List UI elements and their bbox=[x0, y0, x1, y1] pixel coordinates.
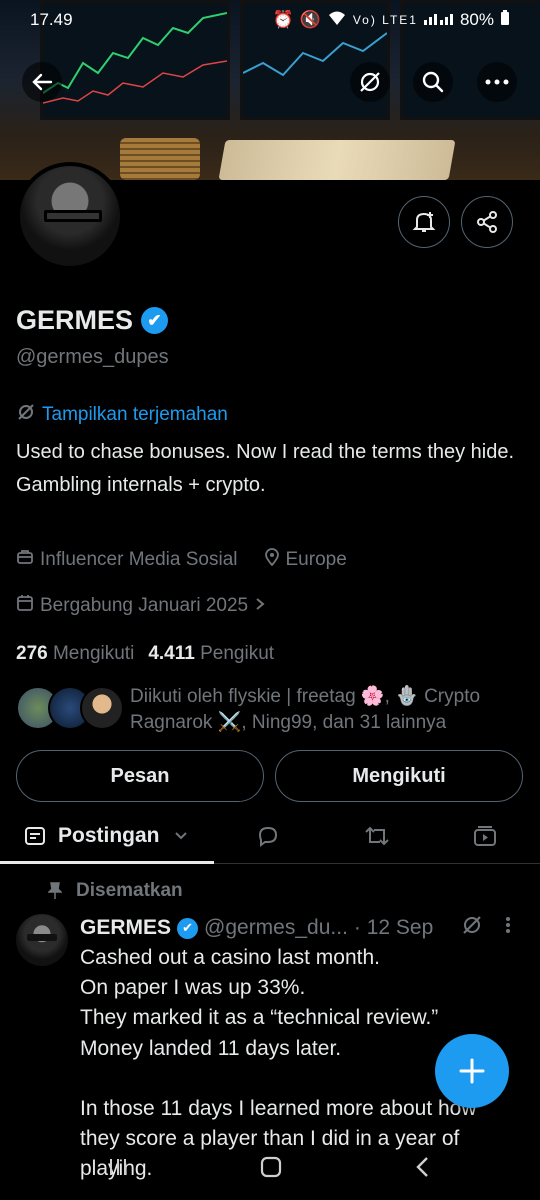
tab-posts-label: Postingan bbox=[58, 824, 160, 847]
mute-icon: 🔇 bbox=[299, 10, 321, 29]
active-tab-indicator bbox=[0, 861, 214, 864]
pinned-label: Disematkan bbox=[76, 880, 183, 901]
profile-handle: @germes_dupes bbox=[16, 346, 169, 368]
briefcase-icon bbox=[16, 548, 34, 572]
following-label: Mengikuti bbox=[52, 643, 135, 664]
plus-icon bbox=[459, 1058, 485, 1084]
chevron-left-icon bbox=[416, 1157, 428, 1177]
share-button[interactable] bbox=[461, 196, 513, 248]
repost-icon bbox=[365, 826, 389, 846]
search-button[interactable] bbox=[413, 62, 453, 102]
follow-stats: 276 Mengikuti 4.411 Pengikut bbox=[16, 643, 274, 665]
tab-replies[interactable] bbox=[256, 808, 280, 864]
followed-by[interactable]: Diikuti oleh flyskie | freetag 🌸, 🪬 Cryp… bbox=[16, 684, 526, 734]
banner-book bbox=[218, 140, 456, 180]
followers-label: Pengikut bbox=[200, 643, 275, 664]
status-right: ⏰ 🔇 Vo) LTE1 80% bbox=[272, 9, 510, 31]
search-icon bbox=[422, 71, 444, 93]
reply-icon bbox=[258, 826, 278, 847]
recent-apps-icon bbox=[110, 1159, 126, 1175]
pinned-label-row: Disematkan bbox=[48, 880, 183, 902]
banner-coins bbox=[120, 138, 200, 180]
post-date[interactable]: · 12 Sep bbox=[354, 916, 433, 940]
more-horizontal-icon bbox=[485, 79, 509, 85]
media-icon bbox=[474, 826, 496, 846]
translate-off-icon[interactable] bbox=[461, 914, 483, 942]
post-more-icon[interactable] bbox=[505, 916, 511, 940]
post-header: GERMES ✔ @germes_du... · 12 Sep bbox=[80, 914, 530, 942]
bell-plus-icon bbox=[412, 212, 436, 232]
status-bar: 17.49 ⏰ 🔇 Vo) LTE1 80% bbox=[0, 0, 540, 40]
translate-link[interactable]: Tampilkan terjemahan bbox=[16, 402, 228, 428]
system-navigation-bar bbox=[0, 1142, 540, 1200]
profile-bio: Used to chase bonuses. Now I read the te… bbox=[16, 436, 526, 502]
share-icon bbox=[477, 211, 497, 233]
arrow-left-icon bbox=[32, 73, 53, 91]
profile-name-row: GERMES ✔ bbox=[16, 305, 169, 336]
avatar[interactable] bbox=[16, 162, 124, 270]
bio-line: Used to chase bonuses. Now I read the te… bbox=[16, 441, 515, 463]
tab-reposts[interactable] bbox=[364, 808, 390, 864]
compose-button[interactable] bbox=[435, 1034, 509, 1108]
verified-badge-icon: ✔ bbox=[177, 917, 199, 939]
translate-off-icon bbox=[360, 72, 380, 92]
avatar-glasses bbox=[27, 934, 57, 941]
profile-location: Europe bbox=[285, 549, 347, 570]
translate-icon bbox=[16, 402, 36, 428]
tab-media[interactable] bbox=[473, 808, 497, 864]
profile-category: Influencer Media Sosial bbox=[40, 549, 238, 570]
back-button[interactable] bbox=[22, 62, 62, 102]
post-author-name[interactable]: GERMES bbox=[80, 916, 171, 940]
notifications-button[interactable] bbox=[398, 196, 450, 248]
calendar-icon bbox=[16, 594, 34, 618]
status-time: 17.49 bbox=[30, 10, 73, 29]
following-stat[interactable]: 276 Mengikuti bbox=[16, 643, 134, 665]
profile-joined-row[interactable]: Bergabung Januari 2025 bbox=[16, 594, 266, 618]
follower-avatar bbox=[80, 686, 124, 730]
chevron-down-icon bbox=[174, 832, 187, 840]
more-button[interactable] bbox=[477, 62, 517, 102]
alarm-icon: ⏰ bbox=[272, 10, 294, 29]
profile-tabs: Postingan bbox=[0, 808, 540, 864]
following-button[interactable]: Mengikuti bbox=[275, 750, 523, 802]
signal-icon bbox=[423, 10, 454, 30]
post-author-handle[interactable]: @germes_du... bbox=[204, 916, 348, 940]
translate-link-label: Tampilkan terjemahan bbox=[42, 404, 228, 425]
translate-toggle-button[interactable] bbox=[350, 62, 390, 102]
message-button[interactable]: Pesan bbox=[16, 750, 264, 802]
recent-apps-button[interactable] bbox=[108, 1156, 128, 1183]
system-back-button[interactable] bbox=[414, 1156, 430, 1183]
followers-count: 4.411 bbox=[148, 643, 195, 664]
followers-stat[interactable]: 4.411 Pengikut bbox=[148, 643, 274, 665]
profile-meta-row: Influencer Media Sosial Europe bbox=[16, 548, 347, 572]
bio-line: Gambling internals + crypto. bbox=[16, 474, 266, 496]
location-pin-icon bbox=[264, 548, 280, 572]
profile-name: GERMES bbox=[16, 305, 134, 335]
profile-joined: Bergabung Januari 2025 bbox=[40, 595, 249, 616]
network-label: Vo) LTE1 bbox=[352, 13, 418, 27]
tab-posts[interactable]: Postingan bbox=[24, 808, 188, 864]
verified-badge-icon[interactable]: ✔ bbox=[141, 307, 169, 334]
home-button[interactable] bbox=[260, 1156, 282, 1183]
top-nav bbox=[0, 62, 540, 102]
wifi-icon bbox=[327, 10, 347, 31]
post-author-avatar[interactable] bbox=[16, 914, 68, 966]
following-count: 276 bbox=[16, 643, 48, 664]
follower-avatars bbox=[16, 686, 126, 730]
battery-level: 80% bbox=[459, 10, 494, 29]
pin-icon bbox=[48, 882, 62, 899]
followed-by-text: Diikuti oleh flyskie | freetag 🌸, 🪬 Cryp… bbox=[130, 686, 481, 733]
home-icon bbox=[260, 1156, 282, 1178]
posts-icon bbox=[25, 827, 45, 845]
battery-icon bbox=[500, 9, 510, 31]
avatar-glasses bbox=[44, 210, 102, 222]
chevron-right-icon bbox=[254, 595, 266, 617]
